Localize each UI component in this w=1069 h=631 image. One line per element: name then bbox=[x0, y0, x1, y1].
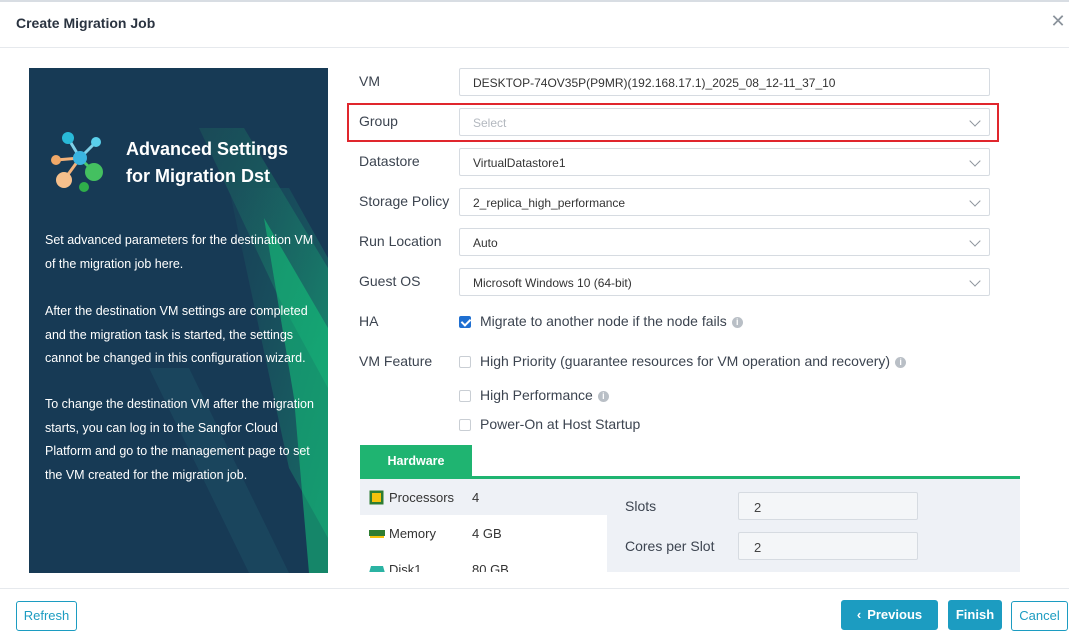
ha-checkbox[interactable] bbox=[459, 316, 471, 328]
high-performance-text: High Performance bbox=[480, 387, 593, 403]
high-performance-checkbox[interactable] bbox=[459, 390, 471, 402]
vm-field[interactable]: DESKTOP-74OV35P(P9MR)(192.168.17.1)_2025… bbox=[459, 68, 990, 96]
storage-policy-value: 2_replica_high_performance bbox=[473, 196, 626, 210]
hardware-panel: Processors 4 Memory 4 GB Disk1 80 GB bbox=[360, 479, 1020, 572]
datastore-select[interactable]: VirtualDatastore1 bbox=[459, 148, 990, 176]
info-icon[interactable]: i bbox=[597, 391, 609, 402]
datastore-value: VirtualDatastore1 bbox=[473, 156, 566, 170]
panel-heading-line2: for Migration Dst bbox=[126, 166, 270, 186]
info-panel: Advanced Settings for Migration Dst Set … bbox=[29, 68, 328, 573]
power-on-text: Power-On at Host Startup bbox=[480, 416, 641, 432]
high-priority-checkbox[interactable] bbox=[459, 356, 471, 368]
previous-button-label: Previous bbox=[867, 607, 923, 622]
cores-per-slot-label: Cores per Slot bbox=[625, 538, 715, 554]
info-icon[interactable]: i bbox=[895, 357, 907, 368]
storage-policy-label: Storage Policy bbox=[359, 193, 450, 209]
ha-label: HA bbox=[359, 313, 379, 329]
panel-paragraph-2: After the destination VM settings are co… bbox=[45, 304, 308, 365]
hardware-item-name: Disk1 bbox=[389, 562, 422, 572]
cores-per-slot-field[interactable]: 2 bbox=[738, 532, 918, 560]
chevron-down-icon bbox=[969, 235, 981, 247]
guest-os-label: Guest OS bbox=[359, 273, 421, 289]
network-logo-icon bbox=[51, 132, 103, 192]
chevron-down-icon bbox=[969, 195, 981, 207]
hardware-list: Processors 4 Memory 4 GB Disk1 80 GB bbox=[360, 479, 607, 572]
cpu-icon bbox=[369, 490, 384, 505]
vm-label: VM bbox=[359, 73, 380, 89]
run-location-select[interactable]: Auto bbox=[459, 228, 990, 256]
close-icon[interactable]: ✕ bbox=[1049, 12, 1067, 30]
hardware-item-memory[interactable]: Memory 4 GB bbox=[360, 515, 607, 551]
dialog-title: Create Migration Job bbox=[16, 15, 156, 31]
datastore-label: Datastore bbox=[359, 153, 420, 169]
run-location-label: Run Location bbox=[359, 233, 442, 249]
panel-paragraph-3: To change the destination VM after the m… bbox=[45, 397, 314, 482]
hardware-item-name: Memory bbox=[389, 526, 436, 541]
hardware-item-value: 4 bbox=[472, 490, 480, 505]
dialog-footer: Refresh ‹ Previous Finish Cancel bbox=[0, 588, 1069, 631]
tab-hardware[interactable]: Hardware bbox=[360, 445, 472, 478]
power-on-checkbox[interactable] bbox=[459, 419, 471, 431]
panel-paragraph-1: Set advanced parameters for the destinat… bbox=[45, 233, 314, 271]
slots-field[interactable]: 2 bbox=[738, 492, 918, 520]
hardware-item-value: 80 GB bbox=[472, 562, 509, 572]
panel-heading: Advanced Settings for Migration Dst bbox=[126, 136, 316, 190]
chevron-down-icon bbox=[969, 275, 981, 287]
hardware-item-value: 4 GB bbox=[472, 526, 502, 541]
hardware-item-processors[interactable]: Processors 4 bbox=[360, 479, 607, 515]
hardware-item-name: Processors bbox=[389, 490, 455, 505]
group-highlight-box bbox=[347, 103, 999, 142]
panel-heading-line1: Advanced Settings bbox=[126, 139, 289, 159]
vm-feature-label: VM Feature bbox=[359, 353, 433, 369]
run-location-value: Auto bbox=[473, 236, 498, 250]
guest-os-select[interactable]: Microsoft Windows 10 (64-bit) bbox=[459, 268, 990, 296]
storage-policy-select[interactable]: 2_replica_high_performance bbox=[459, 188, 990, 216]
slots-label: Slots bbox=[625, 498, 657, 514]
previous-button[interactable]: ‹ Previous bbox=[841, 600, 938, 630]
dialog-header: Create Migration Job ✕ bbox=[0, 2, 1069, 48]
chevron-left-icon: ‹ bbox=[856, 607, 862, 622]
finish-button[interactable]: Finish bbox=[948, 600, 1002, 630]
create-migration-job-dialog: Create Migration Job ✕ Advanced Settings… bbox=[0, 0, 1069, 631]
memory-icon bbox=[369, 530, 385, 538]
info-icon[interactable]: i bbox=[731, 317, 743, 328]
high-priority-text: High Priority (guarantee resources for V… bbox=[480, 353, 891, 369]
chevron-down-icon bbox=[969, 155, 981, 167]
disk-icon bbox=[369, 566, 385, 572]
hardware-item-disk1[interactable]: Disk1 80 GB bbox=[360, 551, 607, 572]
ha-option-text: Migrate to another node if the node fail… bbox=[480, 313, 727, 329]
guest-os-value: Microsoft Windows 10 (64-bit) bbox=[473, 276, 632, 290]
